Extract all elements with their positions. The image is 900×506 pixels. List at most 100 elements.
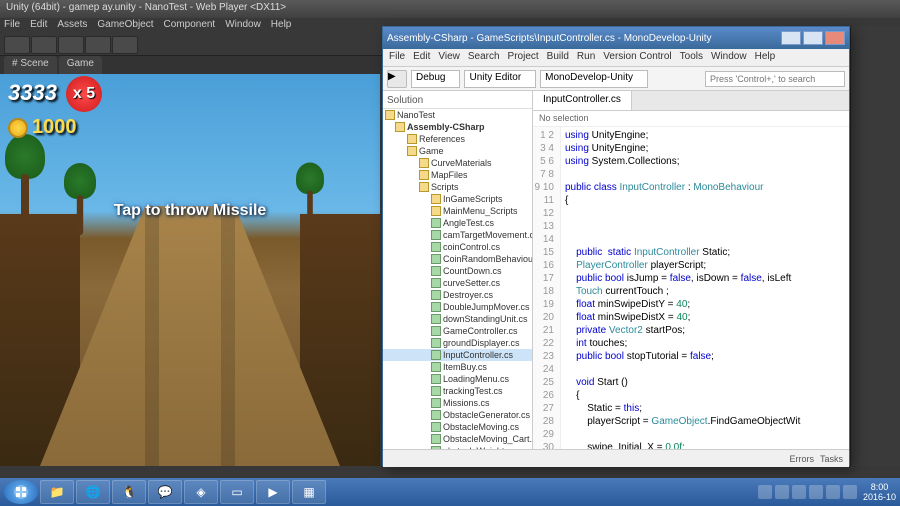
task-unity[interactable]: ◈ <box>184 480 218 504</box>
tree-item[interactable]: References <box>383 133 532 145</box>
taskbar[interactable]: 📁 🌐 🐧 💬 ◈ ▭ ▶ ▦ 8:00 2016-10 <box>0 478 900 506</box>
tree-item[interactable]: downStandingUnit.cs <box>383 313 532 325</box>
menu-item[interactable]: GameObject <box>97 19 153 33</box>
game-view[interactable]: 3333 x 5 1000 Tap to throw Missile <box>0 74 380 466</box>
tree-item[interactable]: CoinRandomBehaviour.cs <box>383 253 532 265</box>
folder-icon <box>419 158 429 168</box>
unity-tab[interactable]: # Scene <box>4 56 57 74</box>
tree-item[interactable]: GameController.cs <box>383 325 532 337</box>
menu-item[interactable]: Help <box>271 19 292 33</box>
platform-dropdown[interactable]: Unity Editor <box>464 70 536 88</box>
tray-icon[interactable] <box>758 485 772 499</box>
code-lines[interactable]: using UnityEngine; using UnityEngine; us… <box>561 127 804 449</box>
tree-item[interactable]: CurveMaterials <box>383 157 532 169</box>
tree-item[interactable]: Scripts <box>383 181 532 193</box>
tree-item[interactable]: DoubleJumpMover.cs <box>383 301 532 313</box>
menu-item[interactable]: Assets <box>57 19 87 33</box>
search-input[interactable] <box>705 71 845 87</box>
unity-tab[interactable]: Game <box>59 56 102 74</box>
tree-label: InGameScripts <box>443 194 503 204</box>
file-icon <box>431 398 441 408</box>
minimize-button[interactable] <box>781 31 801 45</box>
menu-item[interactable]: View <box>438 51 460 64</box>
editor-tab[interactable]: InputController.cs <box>533 91 632 110</box>
menu-item[interactable]: Run <box>577 51 595 64</box>
tree-item[interactable]: camTargetMovement.cs <box>383 229 532 241</box>
tray-icon[interactable] <box>843 485 857 499</box>
tree-item[interactable]: AngleTest.cs <box>383 217 532 229</box>
task-app[interactable]: 🐧 <box>112 480 146 504</box>
scale-tool[interactable] <box>85 36 111 54</box>
tray-icons[interactable] <box>758 485 857 499</box>
solution-tree[interactable]: Solution NanoTestAssembly-CSharpReferenc… <box>383 91 533 449</box>
menu-item[interactable]: Build <box>547 51 569 64</box>
tree-item[interactable]: trackingTest.cs <box>383 385 532 397</box>
tray-icon[interactable] <box>792 485 806 499</box>
menu-item[interactable]: Component <box>164 19 216 33</box>
tree-item[interactable]: ItemBuy.cs <box>383 361 532 373</box>
tree-item[interactable]: ObstacleMoving.cs <box>383 421 532 433</box>
menu-item[interactable]: File <box>4 19 20 33</box>
menu-item[interactable]: Help <box>755 51 776 64</box>
hud-multiplier: x 5 <box>66 76 102 112</box>
tree-item[interactable]: ObstacleGenerator.cs <box>383 409 532 421</box>
clock[interactable]: 8:00 2016-10 <box>863 482 896 502</box>
menu-item[interactable]: Version Control <box>603 51 671 64</box>
tree-item[interactable]: curveSetter.cs <box>383 277 532 289</box>
menu-item[interactable]: Search <box>468 51 500 64</box>
menu-item[interactable]: Edit <box>30 19 47 33</box>
tree-item[interactable]: MainMenu_Scripts <box>383 205 532 217</box>
tree-item[interactable]: obstacleWeight.cs <box>383 445 532 449</box>
tray-icon[interactable] <box>775 485 789 499</box>
tree-item[interactable]: InputController.cs <box>383 349 532 361</box>
task-mono[interactable]: ▭ <box>220 480 254 504</box>
task-app[interactable]: ▦ <box>292 480 326 504</box>
menu-item[interactable]: Tools <box>680 51 703 64</box>
maximize-button[interactable] <box>803 31 823 45</box>
breadcrumb[interactable]: No selection <box>533 111 849 127</box>
tree-item[interactable]: groundDisplayer.cs <box>383 337 532 349</box>
tray-icon[interactable] <box>809 485 823 499</box>
tree-item[interactable]: LoadingMenu.cs <box>383 373 532 385</box>
tree-item[interactable]: coinControl.cs <box>383 241 532 253</box>
code-editor[interactable]: InputController.cs No selection 1 2 3 4 … <box>533 91 849 449</box>
mono-titlebar[interactable]: Assembly-CSharp - GameScripts\InputContr… <box>383 27 849 49</box>
tree-item[interactable]: Assembly-CSharp <box>383 121 532 133</box>
tree-item[interactable]: NanoTest <box>383 109 532 121</box>
start-button[interactable] <box>4 480 38 504</box>
menu-item[interactable]: Window <box>711 51 747 64</box>
run-button[interactable]: ▶ <box>387 70 407 88</box>
folder-icon <box>385 110 395 120</box>
menu-item[interactable]: Project <box>508 51 539 64</box>
tree-item[interactable]: Missions.cs <box>383 397 532 409</box>
tasks-label[interactable]: Tasks <box>820 454 843 464</box>
tree-item[interactable]: ObstacleMoving_Cart.cs <box>383 433 532 445</box>
task-app[interactable]: 💬 <box>148 480 182 504</box>
tray-icon[interactable] <box>826 485 840 499</box>
device-dropdown[interactable]: MonoDevelop-Unity <box>540 70 648 88</box>
file-icon <box>431 290 441 300</box>
task-media[interactable]: ▶ <box>256 480 290 504</box>
close-button[interactable] <box>825 31 845 45</box>
inspector-panel[interactable] <box>850 26 900 466</box>
tree-label: Game <box>419 146 444 156</box>
system-tray[interactable]: 8:00 2016-10 <box>758 482 896 502</box>
hand-tool[interactable] <box>4 36 30 54</box>
menu-item[interactable]: Edit <box>413 51 430 64</box>
move-tool[interactable] <box>31 36 57 54</box>
mono-menu[interactable]: File Edit View Search Project Build Run Version… <box>383 49 849 67</box>
rect-tool[interactable] <box>112 36 138 54</box>
tree-item[interactable]: MapFiles <box>383 169 532 181</box>
tree-item[interactable]: CountDown.cs <box>383 265 532 277</box>
tree-label: Scripts <box>431 182 459 192</box>
config-dropdown[interactable]: Debug <box>411 70 460 88</box>
tree-item[interactable]: Destroyer.cs <box>383 289 532 301</box>
errors-label[interactable]: Errors <box>789 454 814 464</box>
task-browser[interactable]: 🌐 <box>76 480 110 504</box>
menu-item[interactable]: File <box>389 51 405 64</box>
menu-item[interactable]: Window <box>225 19 261 33</box>
tree-item[interactable]: Game <box>383 145 532 157</box>
tree-item[interactable]: InGameScripts <box>383 193 532 205</box>
rotate-tool[interactable] <box>58 36 84 54</box>
task-explorer[interactable]: 📁 <box>40 480 74 504</box>
